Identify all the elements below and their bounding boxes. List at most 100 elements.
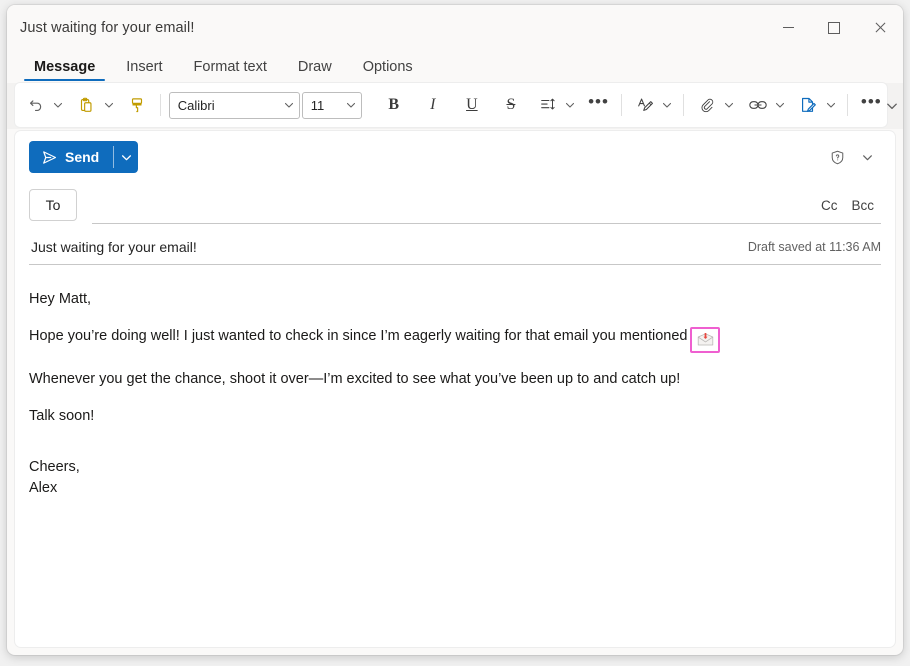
- minimize-icon: [782, 27, 794, 28]
- body-paragraph-1: Hope you’re doing well! I just wanted to…: [29, 326, 881, 353]
- bold-label: B: [388, 96, 400, 113]
- bold-button[interactable]: B: [378, 90, 409, 120]
- body-signoff-line-2: Alex: [29, 479, 58, 496]
- text-highlight-more-button[interactable]: [659, 90, 675, 120]
- sensitivity-group: [823, 143, 881, 171]
- strikethrough-label: S: [506, 96, 516, 113]
- paste-more-button[interactable]: [101, 90, 117, 120]
- window-title: Just waiting for your email!: [20, 19, 195, 36]
- caption-buttons: [765, 5, 903, 50]
- body-paragraph-2: Whenever you get the chance, shoot it ov…: [29, 370, 681, 387]
- paste-button[interactable]: [72, 90, 101, 120]
- send-more-button[interactable]: [114, 141, 138, 173]
- chevron-down-icon: [121, 154, 131, 160]
- font-name-chevron[interactable]: [279, 100, 299, 110]
- paperclip-icon: [701, 98, 713, 113]
- tab-options[interactable]: Options: [352, 59, 424, 83]
- line-spacing-more-button[interactable]: [562, 90, 578, 120]
- chevron-down-icon: [887, 103, 897, 110]
- text-highlight-button[interactable]: [630, 90, 659, 120]
- attach-more-button[interactable]: [721, 90, 737, 120]
- close-icon: [874, 22, 886, 34]
- undo-icon: [29, 100, 41, 111]
- ribbon-separator: [621, 94, 623, 116]
- subject-input[interactable]: [29, 233, 738, 261]
- tab-format-text[interactable]: Format text: [183, 59, 278, 83]
- maximize-button[interactable]: [811, 5, 857, 50]
- line-spacing-button[interactable]: [534, 90, 562, 120]
- italic-button[interactable]: I: [417, 90, 448, 120]
- sensitivity-more-button[interactable]: [853, 143, 881, 171]
- chevron-down-icon: [347, 102, 356, 108]
- body-signoff-line-1: Cheers,: [29, 458, 80, 475]
- italic-label: I: [430, 96, 436, 113]
- chevron-down-icon: [775, 102, 785, 108]
- minimize-button[interactable]: [765, 5, 811, 50]
- send-row: Send: [15, 131, 895, 183]
- chevron-down-icon: [826, 102, 835, 108]
- tab-message[interactable]: Message: [23, 59, 106, 83]
- font-size-value: 11: [310, 97, 325, 113]
- to-underline: [92, 223, 881, 224]
- to-label: To: [45, 197, 61, 213]
- message-body[interactable]: Hey Matt, Hope you’re doing well! I just…: [15, 267, 895, 647]
- font-name-combo[interactable]: Calibri: [168, 91, 300, 119]
- cc-button[interactable]: Cc: [814, 193, 845, 218]
- attach-button[interactable]: [692, 90, 721, 120]
- chevron-down-icon: [862, 154, 872, 160]
- more-formatting-button[interactable]: •••: [584, 90, 613, 120]
- compose-window: Just waiting for your email! Message Ins…: [7, 5, 903, 655]
- ribbon-separator: [159, 94, 161, 116]
- signature-more-button[interactable]: [823, 90, 839, 120]
- ribbon-collapse-button[interactable]: [881, 95, 903, 117]
- link-icon: [748, 101, 767, 109]
- undo-more-button[interactable]: [50, 90, 66, 120]
- close-button[interactable]: [857, 5, 903, 50]
- send-split-button[interactable]: Send: [29, 141, 139, 173]
- clipboard-paste-icon: [81, 97, 92, 112]
- to-button[interactable]: To: [29, 189, 77, 221]
- undo-button[interactable]: [21, 90, 50, 120]
- underline-label: U: [466, 96, 478, 113]
- chevron-down-icon: [725, 102, 734, 108]
- subject-underline: [29, 264, 881, 265]
- incoming-envelope-emoji[interactable]: [690, 326, 721, 353]
- maximize-icon: [828, 21, 840, 34]
- to-row: To Cc Bcc: [15, 183, 895, 227]
- ribbon-tabs: Message Insert Format text Draw Options: [7, 50, 903, 83]
- draft-saved-status: Draft saved at 11:36 AM: [747, 240, 881, 254]
- to-input[interactable]: [89, 189, 814, 221]
- bcc-button[interactable]: Bcc: [844, 193, 881, 218]
- body-paragraph-3: Talk soon!: [29, 407, 95, 424]
- send-button[interactable]: Send: [29, 141, 113, 173]
- strikethrough-button[interactable]: S: [495, 90, 526, 120]
- title-bar: Just waiting for your email!: [7, 5, 903, 50]
- link-more-button[interactable]: [772, 90, 788, 120]
- font-size-chevron[interactable]: [341, 100, 361, 110]
- format-painter-button[interactable]: [122, 90, 151, 120]
- tab-insert[interactable]: Insert: [115, 59, 173, 83]
- underline-button[interactable]: U: [456, 90, 487, 120]
- font-size-combo[interactable]: 11: [301, 91, 363, 119]
- ribbon: Calibri 11 B I U S ••• •••: [15, 83, 887, 127]
- chevron-down-icon: [284, 102, 293, 108]
- send-plane-icon: [43, 150, 57, 164]
- incoming-envelope-icon: [697, 333, 714, 346]
- format-painter-icon: [132, 98, 143, 113]
- signature-button[interactable]: [794, 90, 823, 120]
- signature-icon: [802, 97, 817, 112]
- subject-row: Draft saved at 11:36 AM: [15, 227, 895, 267]
- link-button[interactable]: [743, 90, 772, 120]
- tab-draw[interactable]: Draw: [287, 59, 343, 83]
- chevron-down-icon: [566, 102, 575, 108]
- ribbon-area: Calibri 11 B I U S ••• •••: [7, 83, 903, 129]
- font-name-value: Calibri: [177, 97, 215, 113]
- sensitivity-button[interactable]: [823, 143, 851, 171]
- ribbon-separator: [846, 94, 848, 116]
- line-spacing-icon: [541, 98, 555, 110]
- chevron-down-icon: [53, 102, 63, 108]
- text-highlight-icon: [637, 98, 653, 111]
- chevron-down-icon: [663, 102, 672, 108]
- more-formatting-label: •••: [588, 92, 609, 111]
- compose-area: Send To Cc Bcc Just waiting for your ema…: [15, 131, 895, 647]
